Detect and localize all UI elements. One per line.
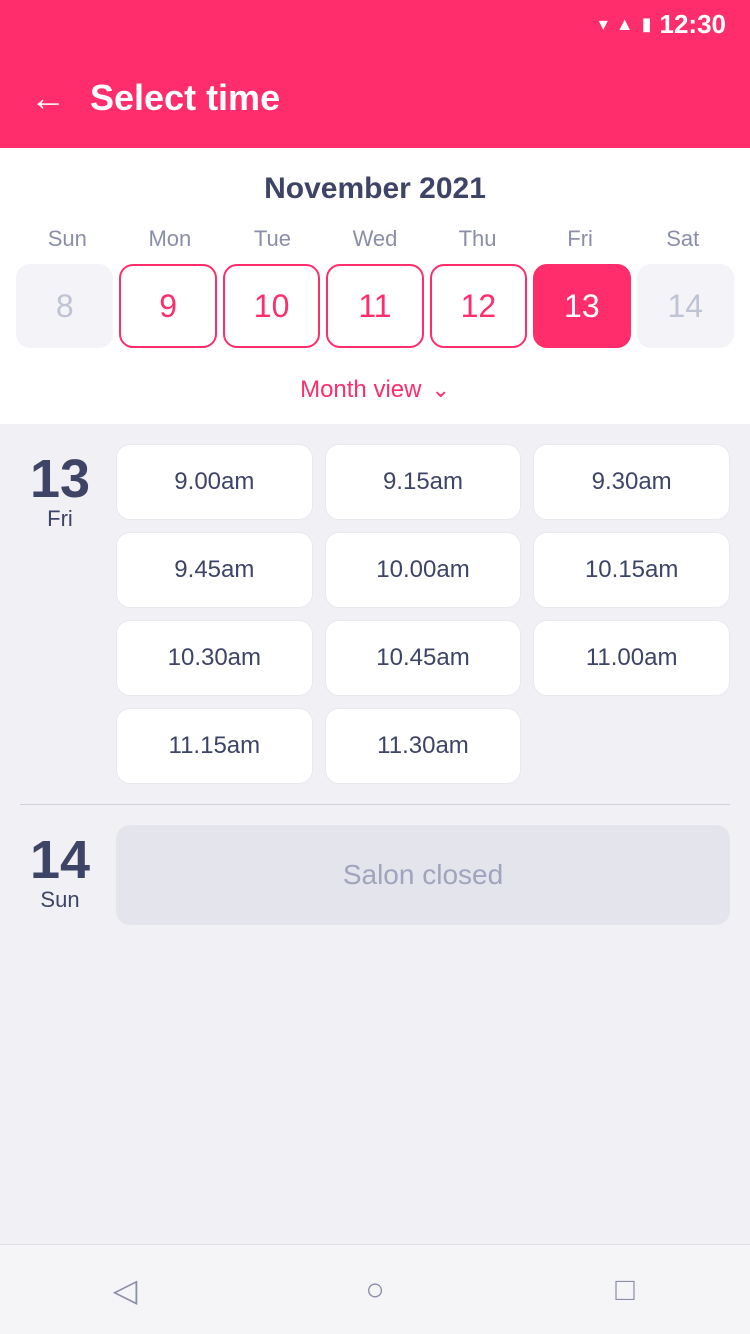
- date-11[interactable]: 11: [326, 264, 423, 348]
- slot-900am[interactable]: 9.00am: [116, 444, 313, 520]
- slot-1000am[interactable]: 10.00am: [325, 532, 522, 608]
- slots-section: 13 Fri 9.00am 9.15am 9.30am 9.45am 10.00…: [0, 424, 750, 965]
- battery-icon: ▮: [642, 14, 652, 35]
- date-12[interactable]: 12: [430, 264, 527, 348]
- header: ← Select time: [0, 48, 750, 148]
- weekday-wed: Wed: [324, 226, 427, 252]
- day-14-name: Sun: [40, 887, 79, 913]
- recent-nav-icon[interactable]: □: [615, 1271, 634, 1308]
- day-divider: [20, 804, 730, 805]
- weekday-fri: Fri: [529, 226, 632, 252]
- day-13-number: 13: [30, 452, 90, 506]
- weekday-tue: Tue: [221, 226, 324, 252]
- date-14: 14: [637, 264, 734, 348]
- slot-1045am[interactable]: 10.45am: [325, 620, 522, 696]
- nav-home-button[interactable]: ○: [350, 1265, 400, 1315]
- nav-back-button[interactable]: ◁: [100, 1265, 150, 1315]
- date-13[interactable]: 13: [533, 264, 630, 348]
- day-14-number: 14: [30, 833, 90, 887]
- slot-1015am[interactable]: 10.15am: [533, 532, 730, 608]
- date-10[interactable]: 10: [223, 264, 320, 348]
- slot-915am[interactable]: 9.15am: [325, 444, 522, 520]
- slot-1030am[interactable]: 10.30am: [116, 620, 313, 696]
- status-icons: ▾ ▲ ▮ 12:30: [599, 9, 726, 40]
- weekday-mon: Mon: [119, 226, 222, 252]
- slot-1130am[interactable]: 11.30am: [325, 708, 522, 784]
- status-bar: ▾ ▲ ▮ 12:30: [0, 0, 750, 48]
- weekday-sat: Sat: [631, 226, 734, 252]
- weekday-thu: Thu: [426, 226, 529, 252]
- clock: 12:30: [660, 9, 727, 40]
- slot-1100am[interactable]: 11.00am: [533, 620, 730, 696]
- slot-945am[interactable]: 9.45am: [116, 532, 313, 608]
- signal-icon: ▲: [616, 14, 634, 35]
- back-nav-icon[interactable]: ◁: [113, 1271, 138, 1309]
- weekday-sun: Sun: [16, 226, 119, 252]
- back-button[interactable]: ←: [30, 77, 66, 119]
- wifi-icon: ▾: [599, 14, 608, 35]
- month-view-label[interactable]: Month view: [300, 376, 421, 404]
- slot-1115am[interactable]: 11.15am: [116, 708, 313, 784]
- bottom-nav: ◁ ○ □: [0, 1244, 750, 1334]
- nav-recent-button[interactable]: □: [600, 1265, 650, 1315]
- date-9[interactable]: 9: [119, 264, 216, 348]
- calendar-section: November 2021 Sun Mon Tue Wed Thu Fri Sa…: [0, 148, 750, 364]
- day-13-row: 13 Fri 9.00am 9.15am 9.30am 9.45am 10.00…: [20, 444, 730, 784]
- page-title: Select time: [90, 77, 280, 119]
- day-13-slots-grid: 9.00am 9.15am 9.30am 9.45am 10.00am 10.1…: [116, 444, 730, 784]
- chevron-down-icon[interactable]: ⌄: [431, 377, 449, 403]
- weekday-row: Sun Mon Tue Wed Thu Fri Sat: [16, 226, 734, 252]
- day-14-label: 14 Sun: [20, 825, 100, 925]
- home-nav-icon[interactable]: ○: [365, 1271, 384, 1308]
- day-13-label: 13 Fri: [20, 444, 100, 784]
- salon-closed-label: Salon closed: [343, 859, 503, 891]
- dates-row: 8 9 10 11 12 13 14: [16, 264, 734, 364]
- month-year-label: November 2021: [16, 172, 734, 206]
- slot-930am[interactable]: 9.30am: [533, 444, 730, 520]
- salon-closed-box: Salon closed: [116, 825, 730, 925]
- date-8: 8: [16, 264, 113, 348]
- day-14-row: 14 Sun Salon closed: [20, 825, 730, 925]
- month-view-toggle[interactable]: Month view ⌄: [0, 364, 750, 424]
- day-13-name: Fri: [47, 506, 73, 532]
